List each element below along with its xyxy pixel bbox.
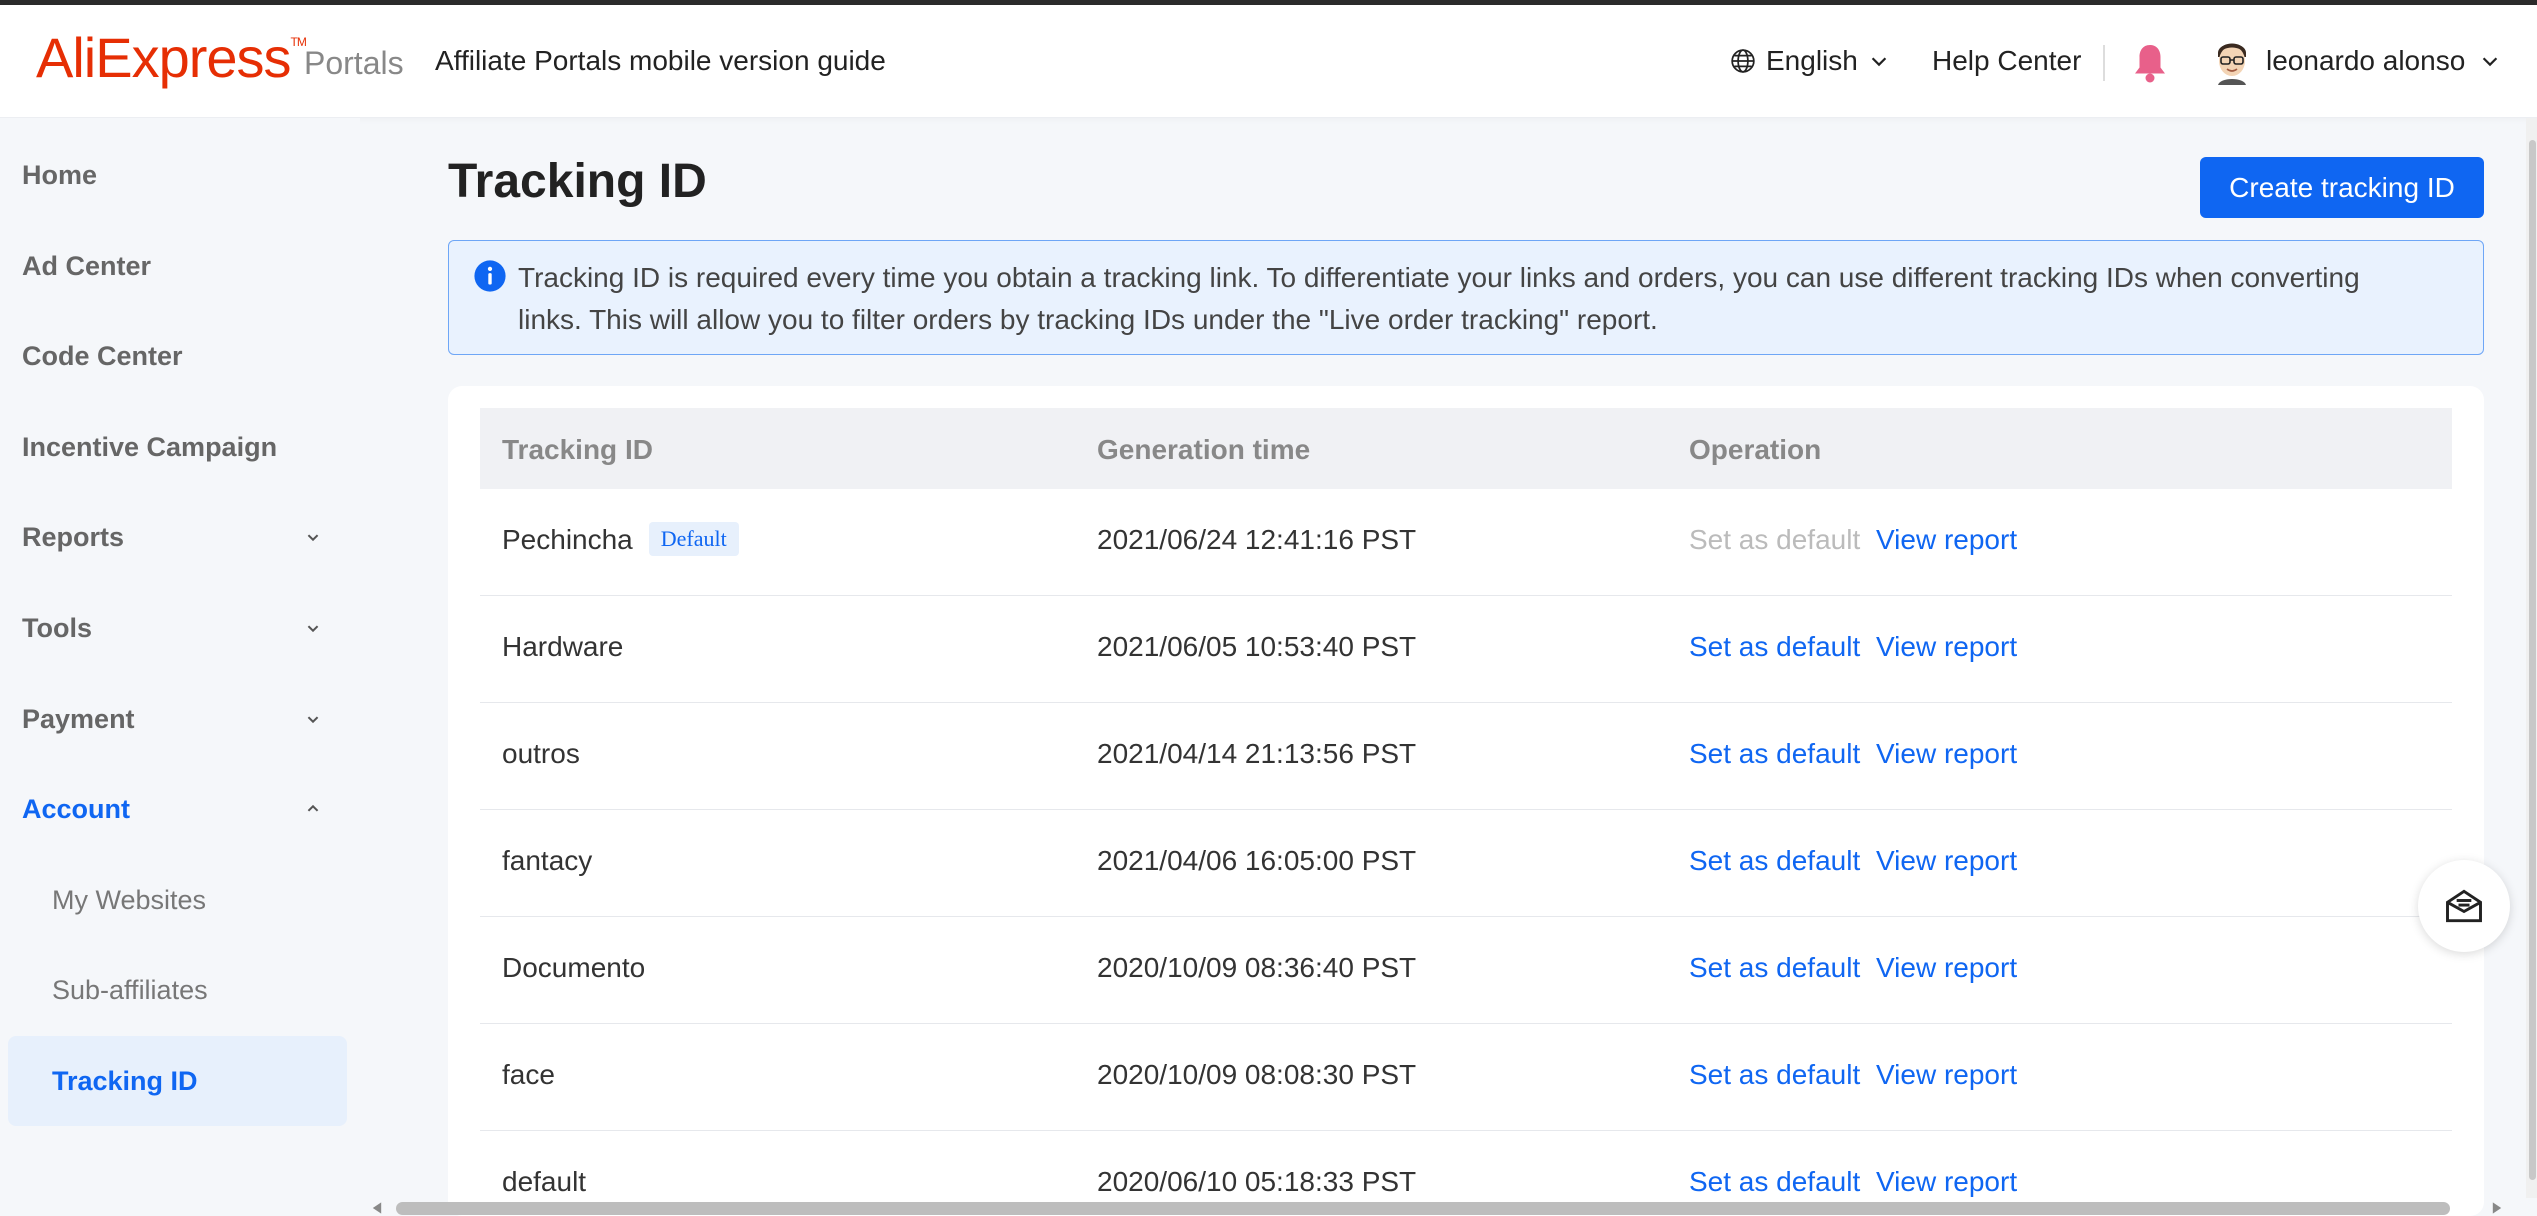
- view-report-link[interactable]: View report: [1876, 1059, 2017, 1091]
- column-header-operation: Operation: [1689, 434, 1822, 465]
- set-as-default-link[interactable]: Set as default: [1689, 952, 1860, 984]
- generation-time-cell: 2020/06/10 05:18:33 PST: [1097, 1166, 1417, 1197]
- table-row: face 2020/10/09 08:08:30 PST Set as defa…: [480, 1024, 2452, 1131]
- generation-time-cell: 2020/10/09 08:08:30 PST: [1097, 1059, 1417, 1090]
- view-report-link[interactable]: View report: [1876, 952, 2017, 984]
- tracking-id-cell: outros: [502, 738, 580, 769]
- tracking-id-cell: face: [502, 1059, 555, 1090]
- generation-time-cell: 2021/04/14 21:13:56 PST: [1097, 738, 1417, 769]
- column-header-generation-time: Generation time: [1097, 434, 1311, 465]
- set-as-default-link[interactable]: Set as default: [1689, 1059, 1860, 1091]
- header-divider: [2103, 45, 2105, 81]
- scroll-left-arrow-icon[interactable]: [370, 1201, 384, 1215]
- page-title: Tracking ID: [448, 155, 707, 208]
- view-report-link[interactable]: View report: [1876, 631, 2017, 663]
- chevron-down-icon: [1871, 57, 1887, 67]
- scroll-right-arrow-icon[interactable]: [2490, 1201, 2504, 1215]
- default-badge: Default: [648, 521, 739, 556]
- avatar: [2218, 43, 2246, 85]
- portals-label: Portals: [304, 45, 404, 81]
- sidebar-item-tracking-id[interactable]: Tracking ID: [52, 1066, 198, 1097]
- username: leonardo alonso: [2266, 45, 2466, 76]
- set-as-default-link[interactable]: Set as default: [1689, 1166, 1860, 1198]
- user-menu[interactable]: leonardo alonso: [2212, 37, 2501, 85]
- create-tracking-id-button[interactable]: Create tracking ID: [2200, 157, 2484, 218]
- sidebar-item-account[interactable]: Account: [22, 794, 130, 825]
- chevron-down-icon[interactable]: [302, 526, 324, 548]
- globe-icon: [1731, 49, 1755, 73]
- table-row: Hardware 2021/06/05 10:53:40 PST Set as …: [480, 596, 2452, 703]
- info-icon: [474, 260, 506, 292]
- sidebar-item-payment[interactable]: Payment: [22, 704, 135, 735]
- set-as-default-link[interactable]: Set as default: [1689, 738, 1860, 770]
- table-row: Pechincha Default 2021/06/24 12:41:16 PST…: [480, 489, 2452, 596]
- generation-time-cell: 2021/06/24 12:41:16 PST: [1097, 524, 1417, 555]
- set-as-default-link: Set as default: [1689, 524, 1861, 555]
- set-as-default-link[interactable]: Set as default: [1689, 845, 1860, 877]
- vertical-scrollbar-thumb[interactable]: [2529, 140, 2536, 1180]
- view-report-link[interactable]: View report: [1876, 524, 2017, 556]
- sidebar-item-tools[interactable]: Tools: [22, 613, 92, 644]
- info-text: Tracking ID is required every time you o…: [518, 262, 2360, 335]
- table-header: Tracking ID Generation time Operation: [480, 408, 2452, 489]
- horizontal-scrollbar-thumb[interactable]: [396, 1202, 2450, 1215]
- tracking-id-cell: default: [502, 1166, 587, 1197]
- chevron-up-icon[interactable]: [302, 798, 324, 820]
- logo-text: AliExpress: [36, 26, 292, 89]
- generation-time-cell: 2021/04/06 16:05:00 PST: [1097, 845, 1417, 876]
- tracking-id-cell: Documento: [502, 952, 646, 983]
- table-row: outros 2021/04/14 21:13:56 PST Set as de…: [480, 703, 2452, 810]
- column-header-tracking-id: Tracking ID: [502, 434, 653, 465]
- sidebar-item-ad-center[interactable]: Ad Center: [22, 251, 151, 282]
- bell-icon[interactable]: [2132, 41, 2168, 85]
- help-center-link[interactable]: Help Center: [1932, 45, 2081, 77]
- sidebar-item-my-websites[interactable]: My Websites: [52, 885, 206, 916]
- view-report-link[interactable]: View report: [1876, 738, 2017, 770]
- sidebar: Home Ad Center Code Center Incentive Cam…: [0, 118, 360, 1216]
- mail-icon: [2446, 889, 2482, 923]
- messages-button[interactable]: [2418, 860, 2510, 952]
- table-row: Documento 2020/10/09 08:36:40 PST Set as…: [480, 917, 2452, 1024]
- view-report-link[interactable]: View report: [1876, 1166, 2017, 1198]
- tracking-id-cell: Hardware: [502, 631, 624, 662]
- chevron-down-icon[interactable]: [302, 708, 324, 730]
- tracking-id-name: Pechincha: [502, 524, 633, 555]
- set-as-default-link[interactable]: Set as default: [1689, 631, 1860, 663]
- aliexpress-logo[interactable]: AliExpressTM: [36, 25, 307, 90]
- generation-time-cell: 2020/10/09 08:36:40 PST: [1097, 952, 1417, 983]
- sidebar-item-incentive-campaign[interactable]: Incentive Campaign: [22, 432, 277, 463]
- mobile-guide-link[interactable]: Affiliate Portals mobile version guide: [435, 45, 886, 77]
- sidebar-item-home[interactable]: Home: [22, 160, 97, 191]
- tracking-id-cell: Pechincha Default: [502, 521, 739, 559]
- top-header: AliExpressTM Portals Affiliate Portals m…: [0, 5, 2537, 118]
- tracking-id-cell: fantacy: [502, 845, 593, 876]
- table-row: fantacy 2021/04/06 16:05:00 PST Set as d…: [480, 810, 2452, 917]
- info-banner: Tracking ID is required every time you o…: [448, 240, 2484, 355]
- language-selector[interactable]: English: [1730, 45, 1890, 77]
- chevron-down-icon[interactable]: [302, 617, 324, 639]
- sidebar-item-code-center[interactable]: Code Center: [22, 341, 183, 372]
- language-label: English: [1766, 45, 1858, 76]
- generation-time-cell: 2021/06/05 10:53:40 PST: [1097, 631, 1417, 662]
- sidebar-item-reports[interactable]: Reports: [22, 522, 124, 553]
- view-report-link[interactable]: View report: [1876, 845, 2017, 877]
- chevron-down-icon: [2483, 57, 2498, 67]
- sidebar-item-sub-affiliates[interactable]: Sub-affiliates: [52, 975, 208, 1006]
